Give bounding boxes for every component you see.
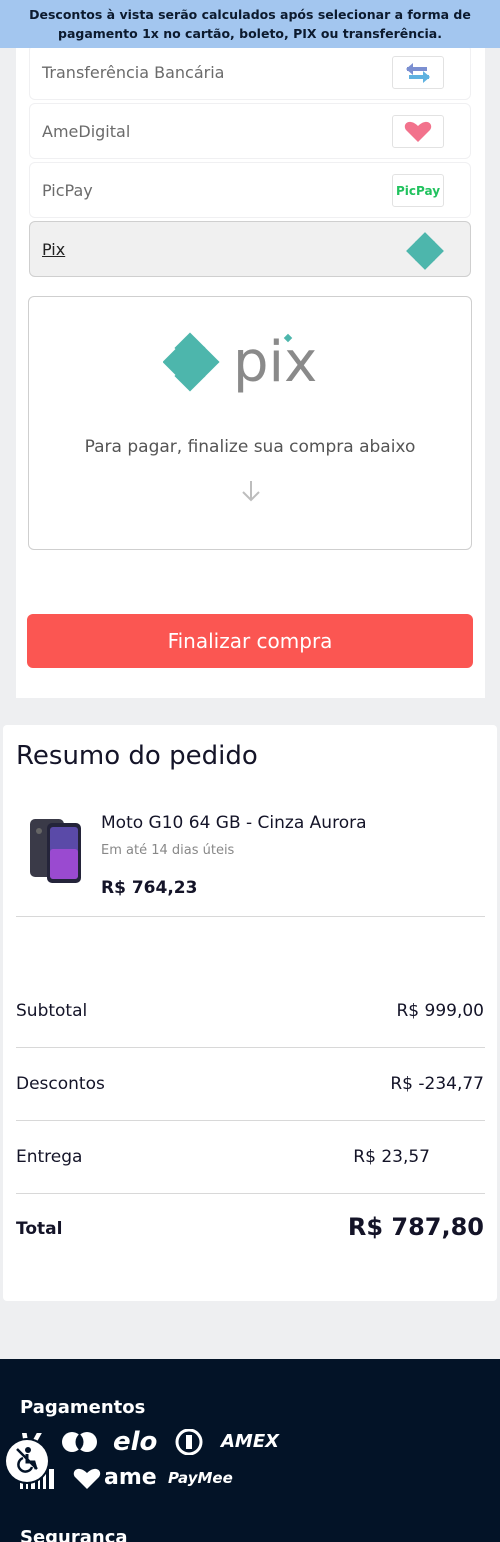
subtotal-value: R$ 999,00 bbox=[396, 1001, 484, 1021]
ame-logo-text: ame bbox=[104, 1465, 157, 1490]
picpay-logo: PicPay bbox=[392, 174, 444, 207]
arrow-down-icon bbox=[239, 477, 263, 505]
pix-logo-icon bbox=[406, 231, 446, 271]
order-summary: Resumo do pedido Moto G10 64 GB - Cinza … bbox=[3, 725, 497, 1301]
security-title: Segurança bbox=[20, 1527, 128, 1542]
transfer-arrows-icon bbox=[392, 56, 444, 89]
discount-banner: Descontos à vista serão calculados após … bbox=[0, 0, 500, 48]
footer: Pagamentos V elo AMEX ame PayMee Seguran… bbox=[0, 1359, 500, 1542]
divider bbox=[16, 916, 485, 917]
discounts-value: R$ -234,77 bbox=[390, 1074, 484, 1094]
delivery-label: Entrega bbox=[16, 1147, 83, 1167]
product-image bbox=[27, 815, 85, 885]
amex-logo: AMEX bbox=[221, 1431, 280, 1452]
divider bbox=[16, 1193, 485, 1194]
picpay-logo-text: PicPay bbox=[395, 183, 441, 198]
summary-title: Resumo do pedido bbox=[16, 741, 258, 771]
payment-method-transfer[interactable]: Transferência Bancária bbox=[29, 44, 471, 100]
ame-heart-icon bbox=[72, 1467, 102, 1495]
payment-method-amedigital[interactable]: AmeDigital bbox=[29, 103, 471, 159]
mastercard-logo bbox=[60, 1431, 100, 1457]
divider bbox=[16, 1047, 485, 1048]
paymee-logo: PayMee bbox=[168, 1469, 233, 1487]
accessibility-button[interactable] bbox=[6, 1440, 48, 1482]
pix-brand-logo: pix bbox=[162, 330, 339, 397]
payment-method-pix[interactable]: Pix bbox=[29, 221, 471, 277]
subtotal-label: Subtotal bbox=[16, 1001, 88, 1021]
pix-logo-text: pix bbox=[233, 331, 317, 395]
total-label: Total bbox=[16, 1219, 63, 1239]
payments-title: Pagamentos bbox=[20, 1397, 146, 1418]
product-delivery-time: Em até 14 dias úteis bbox=[101, 843, 235, 858]
total-value: R$ 787,80 bbox=[347, 1213, 484, 1241]
divider bbox=[16, 1120, 485, 1121]
discount-banner-text: Descontos à vista serão calculados após … bbox=[29, 7, 471, 41]
delivery-value: R$ 23,57 bbox=[353, 1147, 430, 1167]
elo-logo: elo bbox=[113, 1427, 158, 1457]
product-name: Moto G10 64 GB - Cinza Aurora bbox=[101, 813, 367, 833]
diners-logo bbox=[174, 1428, 204, 1459]
accessibility-icon bbox=[13, 1445, 41, 1477]
ame-heart-icon bbox=[392, 115, 444, 148]
product-price: R$ 764,23 bbox=[101, 878, 198, 898]
finalize-purchase-button[interactable]: Finalizar compra bbox=[27, 614, 473, 668]
pix-info-panel: pix Para pagar, finalize sua compra abai… bbox=[28, 296, 472, 550]
discounts-label: Descontos bbox=[16, 1074, 105, 1094]
pix-instruction: Para pagar, finalize sua compra abaixo bbox=[84, 437, 416, 457]
payment-method-picpay[interactable]: PicPay PicPay bbox=[29, 162, 471, 218]
